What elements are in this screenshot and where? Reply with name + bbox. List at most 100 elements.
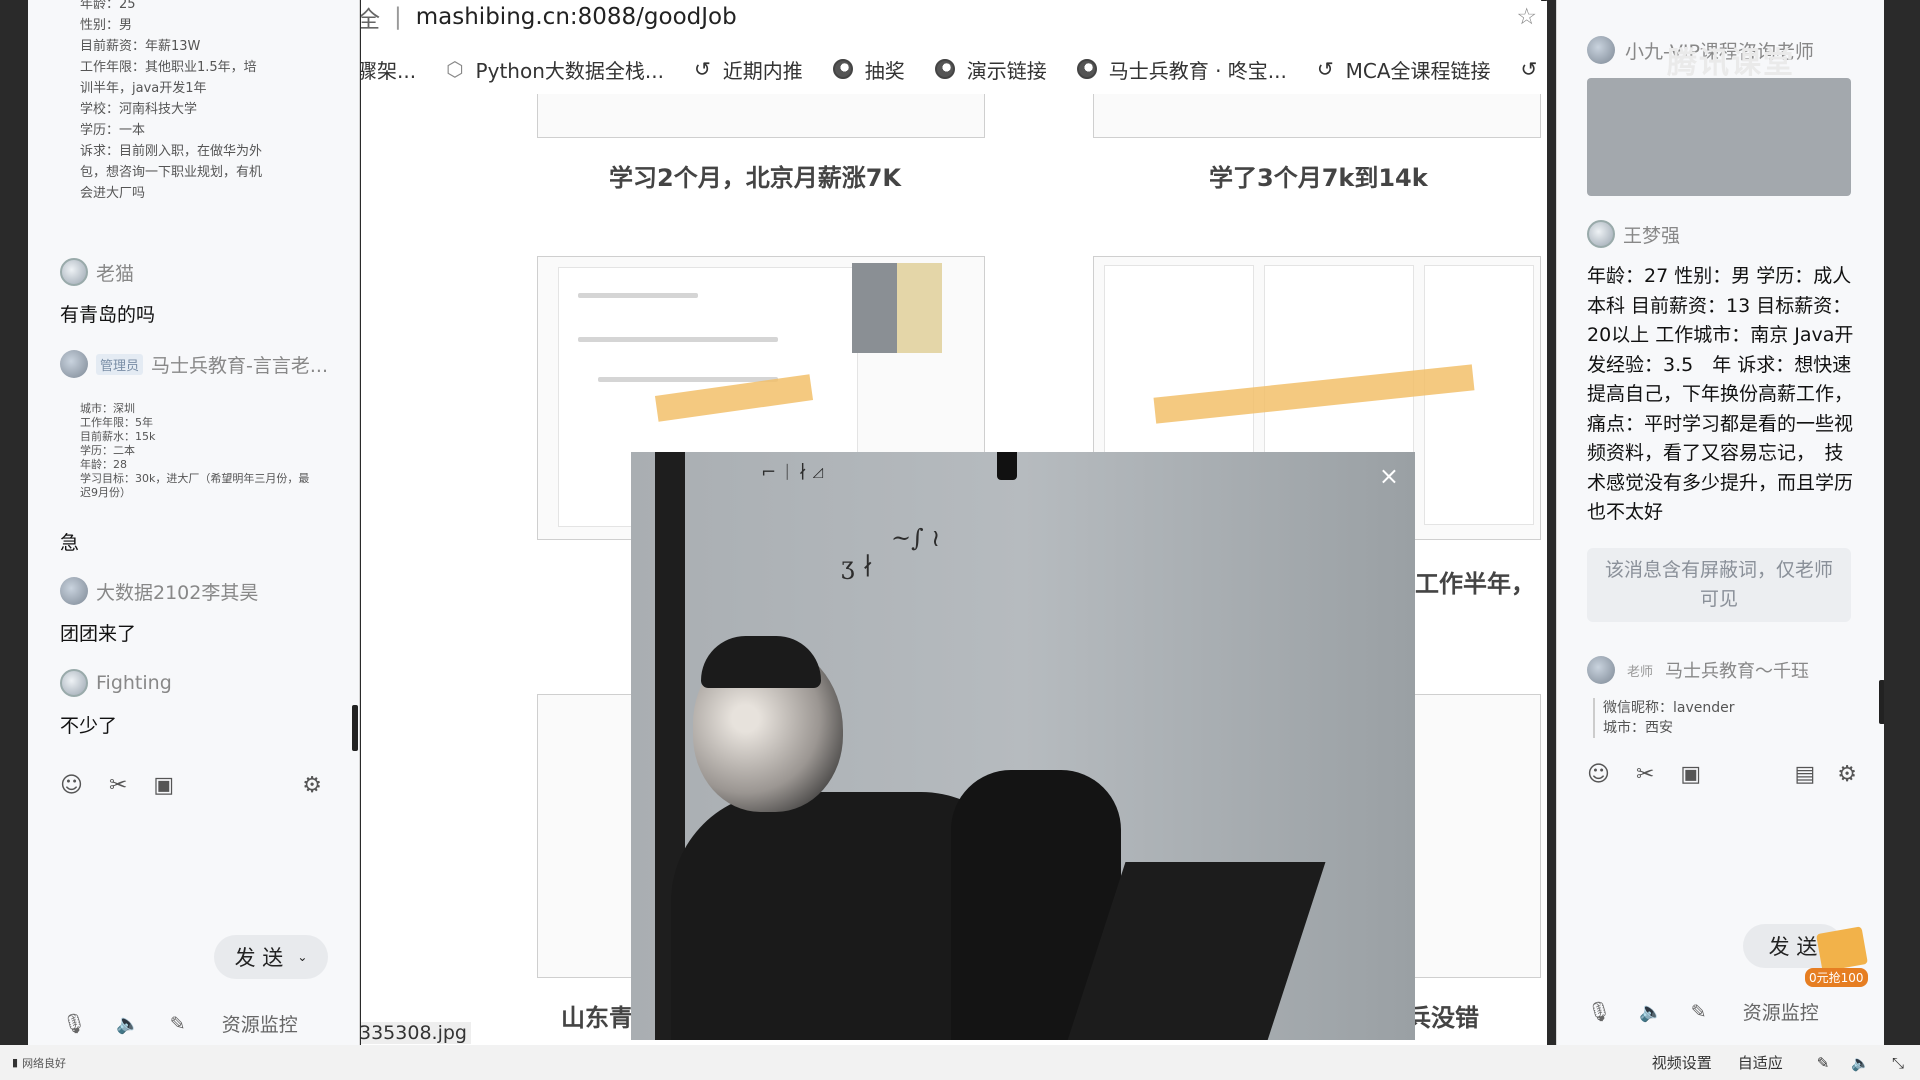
chat-text: 年龄：27 性别：男 学历：成人本科 目前薪资：13 目标薪资：20以上 工作城…	[1587, 265, 1863, 523]
url-text[interactable]: mashibing.cn:8088/goodJob	[416, 4, 737, 30]
bookmark-item[interactable]: ↺ 近期内推	[694, 55, 803, 84]
chat-username[interactable]: 老猫	[96, 259, 134, 286]
shared-video-thumbnail[interactable]	[1587, 78, 1851, 196]
bookmark-label: 演示链接	[966, 58, 1047, 83]
chat-message: 急	[60, 528, 349, 555]
chat-message: 大数据2102李其昊 团团来了	[60, 577, 349, 646]
chat-username[interactable]: 王梦强	[1623, 221, 1680, 248]
signal-icon: ▮	[12, 1056, 19, 1069]
fullscreen-exit-icon[interactable]: ⤡	[1892, 1054, 1904, 1072]
microphone-icon[interactable]: 🎙	[62, 1012, 86, 1035]
panel-resize-handle[interactable]	[352, 705, 358, 751]
user-info-card: 年龄：25 性别：男 目前薪资：年薪13W 工作年限：其他职业1.5年，培 训半…	[80, 0, 330, 204]
chat-message: Fighting 不少了	[60, 669, 349, 738]
globe-icon	[934, 59, 955, 79]
settings-icon[interactable]: ⚙	[1837, 762, 1857, 787]
bookmark-item[interactable]: 马士兵教育 · 咚宝...	[1076, 55, 1287, 84]
pen-off-icon[interactable]: ✎	[1691, 1001, 1707, 1023]
python-icon: ⬡	[446, 57, 464, 81]
info-line: 学历：一本	[80, 123, 146, 138]
screenshot-card[interactable]	[1093, 94, 1541, 138]
chat-username[interactable]: 马士兵教育-言言老...	[151, 351, 328, 378]
bookmark-item[interactable]: 抽奖	[832, 55, 905, 84]
adapt-button[interactable]: 自适应	[1738, 1052, 1783, 1073]
card-caption: 山东青	[561, 1004, 633, 1032]
card-caption: 学习2个月，北京月薪涨7K	[609, 164, 901, 192]
scrollbar-thumb[interactable]	[1541, 0, 1547, 1]
chevron-down-icon[interactable]: ⌄	[297, 950, 307, 964]
scissors-icon[interactable]: ✂	[109, 773, 127, 798]
avatar[interactable]	[1587, 220, 1615, 248]
screenshot-card[interactable]	[537, 94, 985, 138]
pen-off-icon[interactable]: ✎	[170, 1013, 186, 1035]
info-card: 城市：深圳 工作年限：5年 目前薪水：15k 学历：二本 年龄：28 学习目标：…	[80, 402, 349, 500]
info-line: 城市：深圳	[80, 402, 135, 415]
promo-badge-label: 0元抢100	[1805, 968, 1868, 987]
send-button[interactable]: 发 送 ⌄	[214, 935, 328, 979]
bookmark-item[interactable]: 演示链接	[934, 55, 1047, 84]
address-bar[interactable]: 全 | mashibing.cn:8088/goodJob ☆	[361, 0, 1547, 34]
avatar[interactable]	[60, 577, 88, 605]
chat-message: 王梦强 年龄：27 性别：男 学历：成人本科 目前薪资：13 目标薪资：20以上…	[1587, 220, 1863, 528]
close-icon[interactable]: ×	[1379, 462, 1399, 490]
info-line: 年龄：25	[80, 0, 136, 12]
comment-icon[interactable]: ▤	[1794, 762, 1815, 787]
info-line: 工作年限：其他职业1.5年，培	[80, 60, 257, 75]
chat-text: 团团来了	[60, 623, 137, 645]
chat-toolbar: ☺ ✂ ▣ ▤ ⚙	[1587, 762, 1857, 787]
scissors-icon[interactable]: ✂	[1636, 762, 1654, 787]
chat-toolbar: ☺ ✂ ▣ ⚙	[60, 773, 350, 798]
speaker-icon[interactable]: 🔈	[116, 1012, 140, 1035]
chat-username[interactable]: 大数据2102李其昊	[96, 578, 258, 605]
placeholder-line	[598, 377, 778, 382]
resource-monitor-button[interactable]: 资源监控	[1743, 998, 1819, 1025]
scrollbar-thumb[interactable]	[1879, 680, 1884, 724]
info-line: 包，想咨询一下职业规划，有机	[80, 165, 263, 180]
image-icon[interactable]: ▣	[1680, 762, 1701, 787]
avatar[interactable]	[1587, 36, 1615, 64]
separator: |	[394, 4, 402, 30]
file-label: 335308.jpg	[361, 1022, 471, 1044]
video-settings-button[interactable]: 视频设置	[1652, 1052, 1712, 1073]
status-bar: ▮ 网络良好 视频设置 自适应 ✎ 🔈 ⤡	[0, 1045, 1920, 1080]
speaker-icon[interactable]: 🔈	[1639, 1000, 1663, 1023]
pen-off-icon[interactable]: ✎	[1817, 1054, 1830, 1072]
avatar[interactable]	[60, 669, 88, 697]
promo-badge[interactable]: 0元抢100	[1805, 926, 1877, 994]
chat-screenshot	[1424, 265, 1534, 525]
settings-icon[interactable]: ⚙	[302, 773, 322, 798]
refresh-icon: ↺	[1520, 57, 1538, 81]
resource-monitor-button[interactable]: 资源监控	[222, 1010, 298, 1037]
info-line: 城市：西安	[1603, 720, 1673, 736]
chat-message: 老猫 有青岛的吗	[60, 258, 349, 327]
placeholder-line	[578, 337, 778, 342]
star-icon[interactable]: ☆	[1516, 4, 1537, 30]
bookmark-item[interactable]: ⬡ Python大数据全栈...	[446, 55, 664, 84]
chat-username[interactable]: Fighting	[96, 672, 172, 694]
speaker-icon[interactable]: 🔈	[1851, 1054, 1870, 1072]
avatar[interactable]	[1587, 656, 1615, 684]
bookmark-label: 近期内推	[722, 58, 803, 83]
network-status: 网络良好	[22, 1056, 67, 1070]
photo-thumbnail	[852, 263, 942, 353]
avatar[interactable]	[60, 350, 88, 378]
chat-text: 急	[60, 532, 80, 554]
refresh-icon: ↺	[1316, 57, 1334, 81]
camera-video-window[interactable]: ʒ ∤ ~∫ ≀ ⌐ ᛁ ∤ ⊿ ×	[631, 452, 1415, 1040]
info-line: 学历：二本	[80, 444, 135, 457]
microphone-icon[interactable]: 🎙	[1587, 1000, 1611, 1023]
bookmark-item[interactable]: ↺ MCA全课程链接	[1317, 55, 1491, 84]
smile-icon[interactable]: ☺	[1587, 762, 1610, 787]
smile-icon[interactable]: ☺	[60, 773, 83, 798]
bookmark-label: 骤架...	[361, 58, 417, 83]
bookmark-item[interactable]: ↺	[1521, 57, 1538, 81]
info-line: 迟9月份）	[80, 486, 131, 499]
avatar[interactable]	[60, 258, 88, 286]
chat-username[interactable]: 马士兵教育～千珏	[1665, 657, 1809, 683]
person-hair	[701, 636, 821, 688]
role-badge: 老师	[1627, 664, 1654, 680]
bookmark-label: Python大数据全栈...	[475, 58, 664, 83]
image-icon[interactable]: ▣	[153, 773, 174, 798]
info-line: 诉求：目前刚入职，在做华为外	[80, 144, 263, 159]
bookmark-item[interactable]: 骤架...	[361, 55, 416, 84]
